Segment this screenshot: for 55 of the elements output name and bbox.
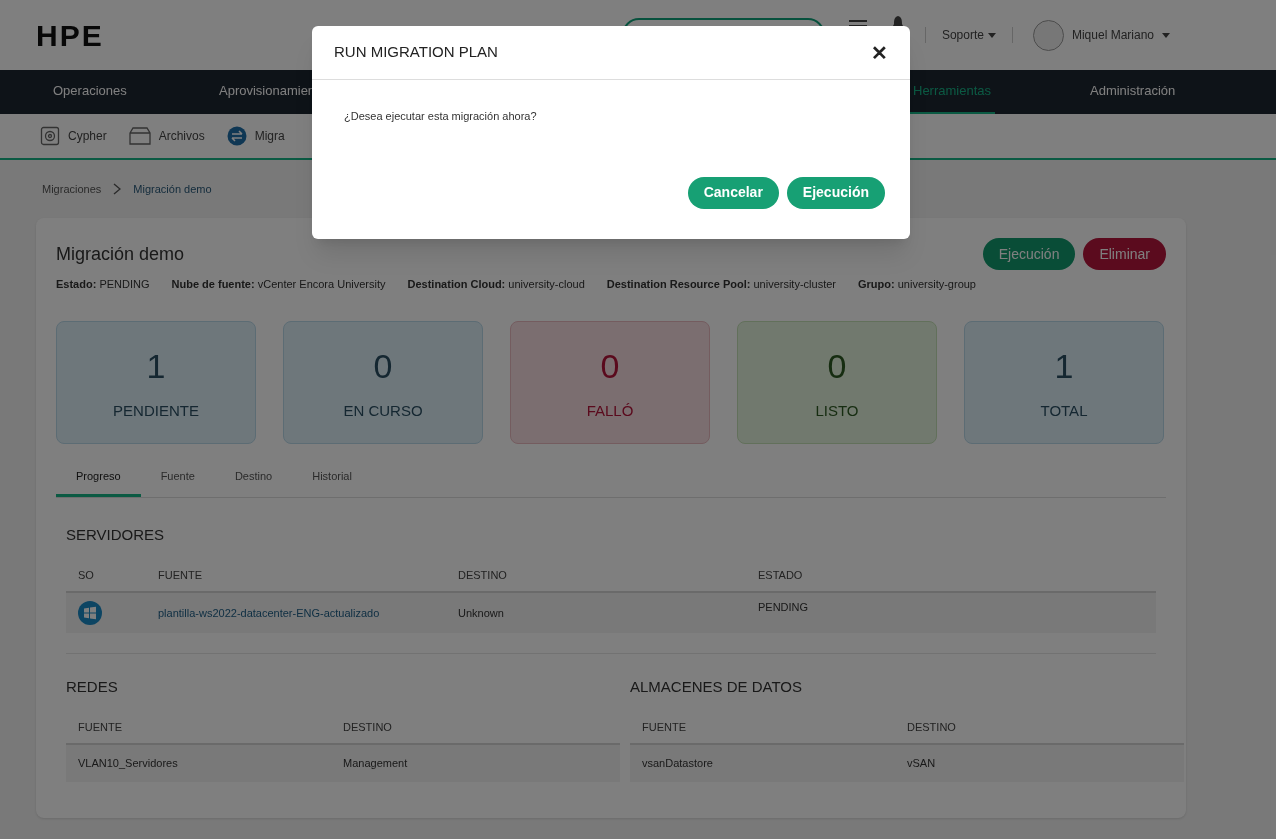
info-field: Nube de fuente: vCenter Encora University	[171, 276, 386, 293]
section-title: SERVIDORES	[66, 525, 166, 545]
stat-label: PENDIENTE	[113, 401, 199, 422]
breadcrumb-link[interactable]: Migraciones	[42, 180, 102, 198]
subnav-item[interactable]: Cypher	[40, 126, 107, 146]
nav-tab[interactable]: Administración	[1086, 70, 1180, 114]
column-header: FUENTE	[158, 568, 202, 581]
nav-tab[interactable]: Operaciones	[49, 70, 131, 114]
column-header: FUENTE	[642, 720, 686, 733]
subnav-item[interactable]: Migra	[226, 126, 285, 146]
tab[interactable]: Progreso	[56, 467, 141, 497]
stat-label: LISTO	[815, 401, 859, 422]
stat-value: 0	[600, 346, 620, 388]
tab[interactable]: Destino	[214, 467, 293, 497]
column-header: DESTINO	[343, 720, 392, 733]
action-button[interactable]: Eliminar	[1083, 238, 1166, 270]
section-title: ALMACENES DE DATOS	[630, 677, 803, 697]
plan-title: Migración demo	[56, 242, 185, 266]
dialog-title: RUN MIGRATION PLAN	[334, 42, 498, 63]
stat-label: TOTAL	[1040, 401, 1088, 422]
close-button[interactable]: ✕	[871, 37, 888, 68]
column-header: ESTADO	[758, 568, 803, 581]
stat-value: 0	[373, 346, 393, 388]
dialog-message: ¿Desea ejecutar esta migración ahora?	[343, 109, 538, 124]
info-field: Estado: PENDING	[56, 276, 150, 293]
stat-value: 1	[1054, 346, 1074, 388]
server-link[interactable]: plantilla-ws2022-datacenter-ENG-actualizado	[158, 606, 380, 619]
table-cell: vSAN	[907, 757, 936, 769]
tab[interactable]: Fuente	[140, 467, 215, 497]
stat-label: FALLÓ	[586, 401, 634, 422]
stat-label: EN CURSO	[343, 401, 423, 422]
column-header: DESTINO	[907, 720, 956, 733]
section-title: REDES	[66, 677, 119, 697]
info-field: Destination Cloud: university-cloud	[407, 276, 585, 293]
tab[interactable]: Historial	[292, 467, 372, 497]
table-cell: PENDING	[758, 601, 809, 613]
logo[interactable]: HPE	[36, 12, 104, 58]
column-header: FUENTE	[78, 720, 122, 733]
dialog-button[interactable]: Ejecución	[786, 176, 885, 209]
info-field: Grupo: university-group	[858, 276, 976, 293]
support-menu[interactable]: Soporte	[941, 26, 984, 44]
table-cell: Unknown	[458, 606, 504, 619]
table-cell: vsanDatastore	[642, 757, 713, 769]
column-header: DESTINO	[458, 568, 507, 581]
column-header: SO	[78, 568, 94, 581]
info-field: Destination Resource Pool: university-cluster	[606, 276, 836, 293]
action-button[interactable]: Ejecución	[982, 238, 1076, 270]
stat-value: 0	[827, 346, 847, 388]
table-cell: VLAN10_Servidores	[78, 757, 178, 769]
user-menu[interactable]: Miquel Mariano	[1071, 26, 1154, 44]
stat-value: 1	[146, 346, 166, 388]
dialog-button[interactable]: Cancelar	[687, 176, 779, 209]
table-cell: Management	[343, 757, 408, 769]
subnav-item[interactable]: Archivos	[128, 127, 205, 145]
breadcrumb-current: Migración demo	[133, 181, 212, 197]
